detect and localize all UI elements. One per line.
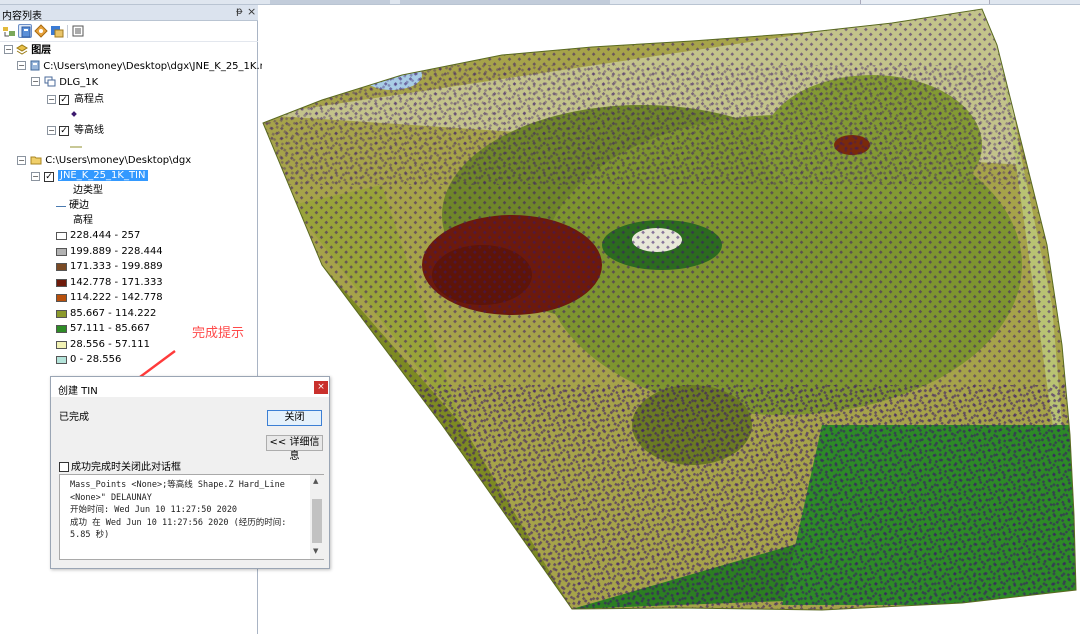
toc-title: 内容列表 [2,11,42,22]
feature-dataset-icon [44,76,56,87]
create-tin-dialog: 创建 TIN × 已完成 关闭 << 详细信息 成功完成时关闭此对话框 Mass… [50,376,330,569]
workspace-path: C:\Users\money\Desktop\dgx\JNE_K_25_1K.m… [43,61,283,72]
feature-dataset[interactable]: DLG_1K [44,76,98,89]
layers-label: 图层 [31,45,52,56]
database-icon [30,60,40,71]
collapse-toggle[interactable]: − [31,77,40,86]
workspace-mdb[interactable]: C:\Users\money\Desktop\dgx\JNE_K_25_1K.m… [30,60,282,73]
log-scrollbar[interactable]: ▲ ▼ [310,475,324,559]
layer-contours[interactable]: 等高线 [74,125,104,137]
layer-visibility-checkbox[interactable]: ✓ [59,95,69,105]
layer-tin-label: JNE_K_25_1K_TIN [58,170,148,181]
scroll-down-icon[interactable]: ▼ [313,547,318,555]
dialog-close-icon[interactable]: × [314,381,328,394]
list-by-visibility-icon[interactable] [34,24,48,38]
feature-dataset-label: DLG_1K [59,77,99,88]
close-on-success-option[interactable]: 成功完成时关闭此对话框 [59,458,181,473]
layer-visibility-checkbox[interactable]: ✓ [44,172,54,182]
folder-path: C:\Users\money\Desktop\dgx [45,155,192,166]
options-icon[interactable] [71,24,85,38]
list-by-selection-icon[interactable] [50,24,64,38]
message-log[interactable]: Mass_Points <None>;等高线 Shape.Z Hard_Line… [59,474,324,560]
scroll-up-icon[interactable]: ▲ [313,477,318,485]
annotation-text: 完成提示 [192,326,245,341]
collapse-toggle[interactable]: − [17,61,26,70]
legend-label: 199.889 - 228.444 [70,245,163,257]
legend-swatch[interactable] [56,340,67,349]
collapse-toggle[interactable]: − [47,95,56,104]
list-by-drawing-order-icon[interactable] [2,24,16,38]
edge-type-heading: 边类型 [73,185,103,196]
layers-root[interactable]: 图层 [16,44,51,57]
toc-toolbar [0,22,258,42]
close-on-success-checkbox[interactable] [59,462,69,472]
collapse-toggle[interactable]: − [17,156,26,165]
point-symbol [71,111,77,117]
workspace-folder[interactable]: C:\Users\money\Desktop\dgx [30,155,191,167]
folder-icon [30,156,42,165]
legend-label: 142.778 - 171.333 [70,276,163,288]
legend-swatch[interactable] [56,247,67,256]
toc-titlebar: 内容列表 ᵽ × [0,5,258,22]
pin-icon[interactable]: ᵽ [236,6,243,17]
collapse-toggle[interactable]: − [47,126,56,135]
legend-swatch[interactable] [56,232,67,240]
legend-label: 171.333 - 199.889 [70,261,163,272]
legend-swatch[interactable] [56,356,67,364]
legend-label: 57.111 - 85.667 [70,323,150,334]
layer-tin[interactable]: JNE_K_25_1K_TIN [58,170,148,182]
map-display[interactable] [262,5,1080,634]
close-button[interactable]: 关闭 [267,410,322,426]
dialog-titlebar: 创建 TIN × [51,377,329,397]
legend-swatch[interactable] [56,325,67,333]
close-on-success-label: 成功完成时关闭此对话框 [71,462,181,473]
layer-elevation-points[interactable]: 高程点 [74,94,104,106]
hard-edge-label: 硬边 [69,200,89,211]
tin-surface [262,8,1077,611]
dialog-status: 已完成 [59,412,89,423]
details-button[interactable]: << 详细信息 [266,435,323,462]
legend-label: 85.667 - 114.222 [70,307,157,319]
layers-icon [16,44,28,55]
log-text: Mass_Points <None>;等高线 Shape.Z Hard_Line… [70,480,287,540]
line-symbol [70,146,82,148]
dialog-title: 创建 TIN [58,386,98,397]
legend-label: 114.222 - 142.778 [70,292,163,303]
legend-swatch[interactable] [56,263,67,271]
legend-swatch[interactable] [56,309,67,318]
layer-visibility-checkbox[interactable]: ✓ [59,126,69,136]
list-by-source-icon[interactable] [18,24,32,38]
scroll-thumb[interactable] [312,499,322,543]
collapse-toggle[interactable]: − [31,172,40,181]
legend-label: 228.444 - 257 [70,230,141,241]
elevation-heading: 高程 [73,215,93,226]
close-icon[interactable]: × [247,5,256,18]
hard-edge-symbol [56,206,66,207]
legend-swatch[interactable] [56,294,67,302]
collapse-toggle[interactable]: − [4,45,13,54]
legend-swatch[interactable] [56,278,67,287]
arcmap-window: 内容列表 ᵽ × − 图层 − C:\Users\money\Desktop\d… [0,0,1080,634]
